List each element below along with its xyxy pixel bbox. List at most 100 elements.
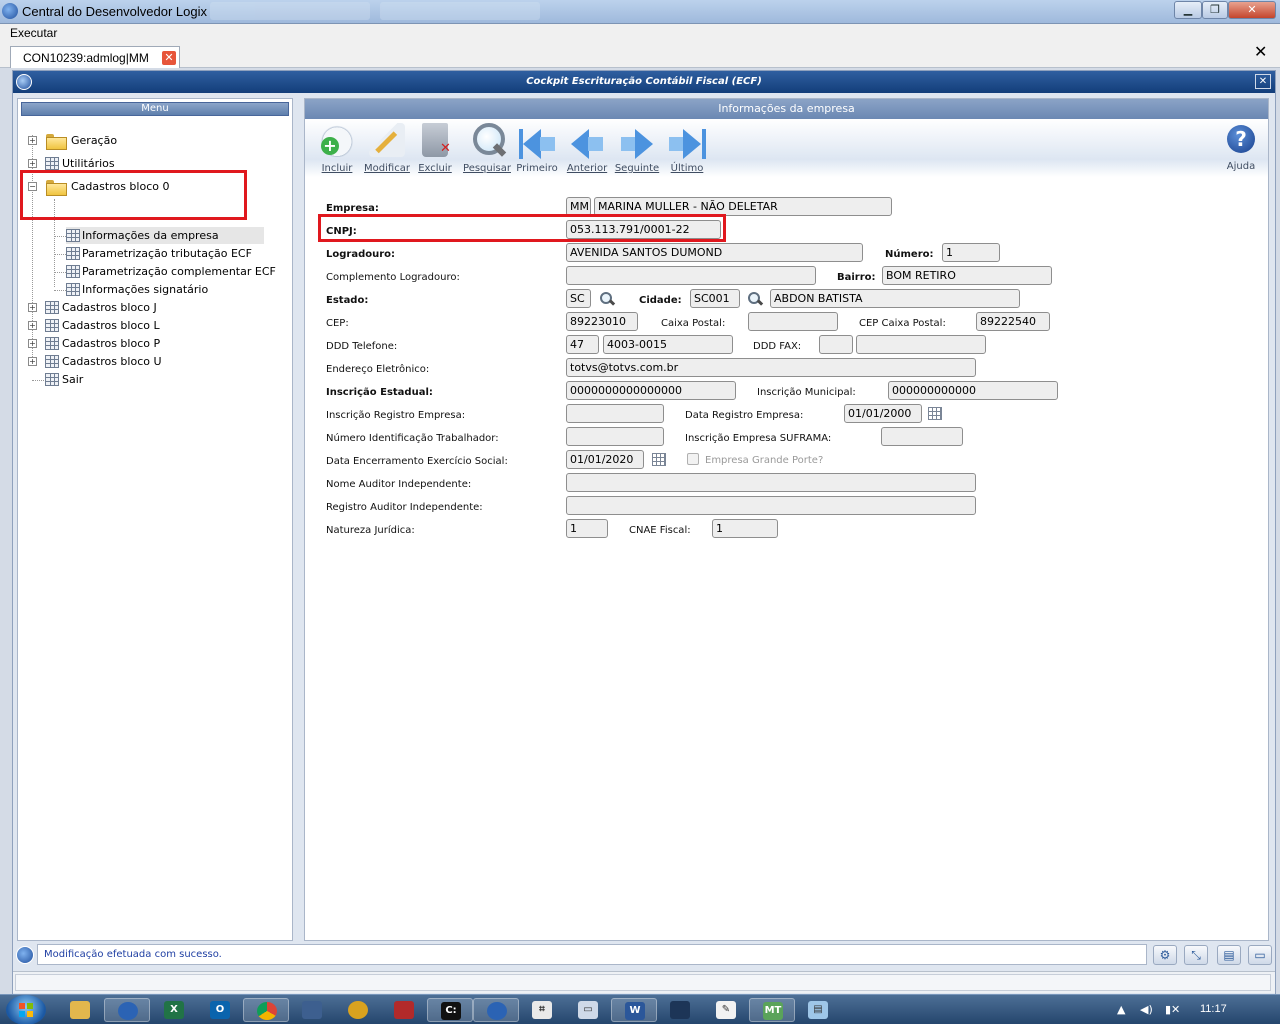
- cep-caixa-postal-field[interactable]: 89222540: [976, 312, 1050, 331]
- logradouro-field[interactable]: AVENIDA SANTOS DUMOND: [566, 243, 863, 262]
- telefone-field[interactable]: 4003-0015: [603, 335, 733, 354]
- tab-close-icon[interactable]: ✕: [162, 51, 176, 65]
- maximize-button[interactable]: ❐: [1202, 1, 1228, 19]
- expand-icon[interactable]: +: [28, 303, 37, 312]
- caixa-postal-field[interactable]: [748, 312, 838, 331]
- print-icon[interactable]: ▤: [1217, 945, 1241, 965]
- cep-field[interactable]: 89223010: [566, 312, 638, 331]
- tray-arrow-icon[interactable]: ▲: [1117, 1003, 1125, 1016]
- email-field[interactable]: totvs@totvs.com.br: [566, 358, 976, 377]
- expand-icon[interactable]: +: [28, 357, 37, 366]
- calendar-icon[interactable]: [928, 407, 942, 420]
- trash-icon: [422, 123, 451, 157]
- bairro-field[interactable]: BOM RETIRO: [882, 266, 1052, 285]
- data-encerramento-field[interactable]: 01/01/2020: [566, 450, 644, 469]
- data-registro-label: Data Registro Empresa:: [685, 410, 804, 421]
- grid-icon: [45, 157, 59, 170]
- data-registro-field[interactable]: 01/01/2000: [844, 404, 922, 423]
- settings-gear-icon[interactable]: ⚙: [1153, 945, 1177, 965]
- word-icon[interactable]: W: [611, 998, 657, 1022]
- network-status-icon[interactable]: ▮✕: [1165, 1003, 1180, 1016]
- close-all-tabs-icon[interactable]: ✕: [1254, 42, 1267, 61]
- tree-item-sair[interactable]: Sair: [28, 371, 188, 389]
- expand-icon[interactable]: +: [28, 136, 37, 145]
- calculator-icon[interactable]: ⌗: [519, 998, 565, 1022]
- nit-field[interactable]: [566, 427, 664, 446]
- menu-bar: Executar: [0, 24, 1280, 42]
- tree-item-informacoes-empresa[interactable]: Informações da empresa: [66, 227, 264, 245]
- start-button[interactable]: [6, 995, 46, 1024]
- inscricao-registro-field[interactable]: [566, 404, 664, 423]
- estado-field[interactable]: SC: [566, 289, 591, 308]
- minimize-button[interactable]: ▁: [1174, 1, 1202, 19]
- ultimo-button[interactable]: Último: [661, 123, 713, 175]
- tree-item-cadastros-bloco-l[interactable]: + Cadastros bloco L: [28, 317, 188, 335]
- seguinte-button[interactable]: Seguinte: [611, 123, 663, 175]
- expand-icon[interactable]: +: [28, 339, 37, 348]
- ajuda-button[interactable]: ? Ajuda: [1223, 125, 1259, 177]
- anterior-button[interactable]: Anterior: [561, 123, 613, 175]
- tree-item-cadastros-bloco-u[interactable]: + Cadastros bloco U: [28, 353, 188, 371]
- tree-item-geracao[interactable]: + Geração: [28, 132, 178, 150]
- logradouro-label: Logradouro:: [326, 249, 396, 260]
- inner-close-icon[interactable]: ✕: [1255, 74, 1271, 89]
- estado-search-icon[interactable]: [599, 291, 615, 307]
- data-encerramento-label: Data Encerramento Exercício Social:: [326, 456, 508, 467]
- mt-icon[interactable]: MT: [749, 998, 795, 1022]
- notes-icon[interactable]: ▤: [795, 998, 841, 1022]
- nome-auditor-field[interactable]: [566, 473, 976, 492]
- fax-field[interactable]: [856, 335, 986, 354]
- inscricao-municipal-field[interactable]: 000000000000: [888, 381, 1058, 400]
- excel-icon[interactable]: X: [151, 998, 197, 1022]
- cmd-icon[interactable]: C:: [427, 998, 473, 1022]
- menu-executar[interactable]: Executar: [10, 26, 57, 40]
- paint-icon[interactable]: ✎: [703, 998, 749, 1022]
- ddd-field[interactable]: 47: [566, 335, 599, 354]
- expand-icon[interactable]: +: [28, 321, 37, 330]
- registro-auditor-field[interactable]: [566, 496, 976, 515]
- clock[interactable]: 11:17: [1200, 1003, 1227, 1015]
- pesquisar-button[interactable]: Pesquisar: [461, 123, 513, 175]
- ddd-fax-field[interactable]: [819, 335, 853, 354]
- outlook-icon[interactable]: O: [197, 998, 243, 1022]
- incluir-button[interactable]: Incluir: [311, 123, 363, 175]
- background-tab[interactable]: [380, 2, 540, 20]
- modificar-button[interactable]: Modificar: [361, 123, 413, 175]
- chrome-icon[interactable]: [243, 998, 289, 1022]
- suframa-field[interactable]: [881, 427, 963, 446]
- tree-item-cadastros-bloco-p[interactable]: + Cadastros bloco P: [28, 335, 188, 353]
- complemento-field[interactable]: [566, 266, 816, 285]
- chat-icon[interactable]: ▭: [1248, 945, 1272, 965]
- network-icon[interactable]: [289, 998, 335, 1022]
- grande-porte-checkbox[interactable]: [687, 453, 699, 465]
- cidade-codigo-field[interactable]: SC001: [690, 289, 740, 308]
- logix-icon[interactable]: [104, 998, 150, 1022]
- tree-item-parametrizacao-complementar[interactable]: Parametrização complementar ECF: [66, 263, 286, 281]
- cidade-nome-field[interactable]: ABDON BATISTA: [770, 289, 1020, 308]
- background-tab[interactable]: [210, 2, 370, 20]
- logix2-icon[interactable]: [473, 998, 519, 1022]
- cnae-field[interactable]: 1: [712, 519, 778, 538]
- cidade-search-icon[interactable]: [747, 291, 763, 307]
- tree-item-parametrizacao-tributacao[interactable]: Parametrização tributação ECF: [66, 245, 276, 263]
- file-explorer-icon[interactable]: [57, 998, 103, 1022]
- media-icon[interactable]: [381, 998, 427, 1022]
- ubuntu-icon[interactable]: [335, 998, 381, 1022]
- numero-label: Número:: [885, 249, 934, 260]
- resize-arrow-icon[interactable]: ⤡: [1184, 945, 1208, 965]
- close-window-button[interactable]: ✕: [1228, 1, 1276, 19]
- tree-item-informacoes-signatario[interactable]: Informações signatário: [66, 281, 276, 299]
- expand-icon[interactable]: +: [28, 159, 37, 168]
- excluir-button[interactable]: Excluir: [409, 123, 461, 175]
- volume-icon[interactable]: ◀): [1140, 1003, 1153, 1016]
- inscricao-estadual-field[interactable]: 0000000000000000: [566, 381, 736, 400]
- app-icon[interactable]: [657, 998, 703, 1022]
- natureza-juridica-field[interactable]: 1: [566, 519, 608, 538]
- calendar-icon[interactable]: [652, 453, 666, 466]
- numero-field[interactable]: 1: [942, 243, 1000, 262]
- tab-con10239[interactable]: CON10239:admlog|MM ✕: [10, 46, 180, 68]
- primeiro-button[interactable]: Primeiro: [511, 123, 563, 175]
- status-bar: Modificação efetuada com sucesso. ⚙ ⤡ ▤ …: [13, 943, 1275, 967]
- tree-item-cadastros-bloco-j[interactable]: + Cadastros bloco J: [28, 299, 188, 317]
- window-icon[interactable]: ▭: [565, 998, 611, 1022]
